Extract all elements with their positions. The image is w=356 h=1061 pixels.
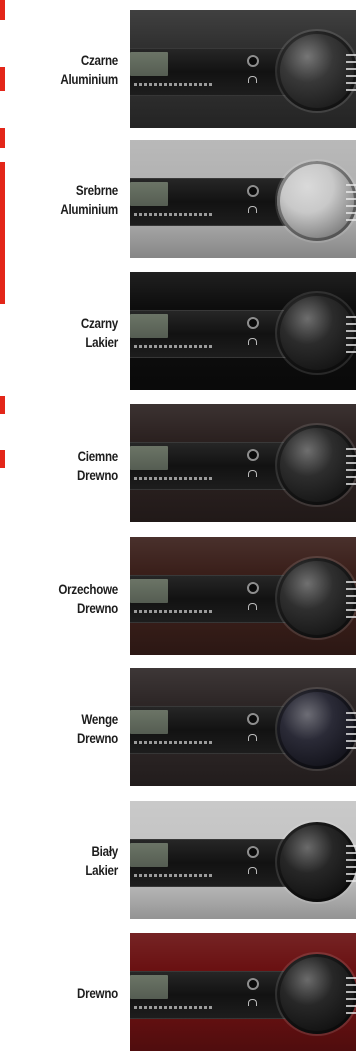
volume-knob: [277, 558, 356, 638]
lcd-display: [130, 975, 168, 999]
finish-swatch-ciemne-drewno[interactable]: [130, 404, 356, 522]
volume-knob: [277, 293, 356, 373]
finish-label: Srebrne Aluminium: [60, 183, 118, 217]
finish-swatch-orzechowe-drewno[interactable]: [130, 537, 356, 655]
panel-caption: [134, 874, 214, 877]
side-vents: [346, 845, 356, 883]
finish-swatch-czarny-lakier[interactable]: [130, 272, 356, 390]
red-accent-bar: [0, 162, 5, 304]
red-accent-bar: [0, 128, 5, 148]
headphone-jack-icon: [247, 317, 259, 329]
side-vents: [346, 448, 356, 486]
volume-knob: [277, 822, 356, 902]
panel-caption: [134, 477, 214, 480]
finish-label: Orzechowe Drewno: [58, 582, 118, 616]
red-accent-bar: [0, 0, 5, 20]
finish-label: Czarne Aluminium: [60, 53, 118, 87]
finish-swatch-bialy-lakier[interactable]: [130, 801, 356, 919]
headphones-icon: [248, 734, 257, 741]
panel-caption: [134, 213, 214, 216]
headphones-icon: [248, 867, 257, 874]
lcd-display: [130, 446, 168, 470]
side-vents: [346, 581, 356, 619]
headphone-jack-icon: [247, 713, 259, 725]
red-accent-bar: [0, 450, 5, 468]
finish-swatch-czarne-aluminium[interactable]: [130, 10, 356, 128]
headphones-icon: [248, 470, 257, 477]
side-vents: [346, 712, 356, 750]
panel-caption: [134, 83, 214, 86]
finish-label: Drewno: [76, 986, 118, 1001]
finish-swatch-wenge-drewno[interactable]: [130, 668, 356, 786]
headphones-icon: [248, 603, 257, 610]
finish-label: Biały Lakier: [85, 844, 118, 878]
headphone-jack-icon: [247, 582, 259, 594]
lcd-display: [130, 843, 168, 867]
lcd-display: [130, 710, 168, 734]
finish-swatch-srebrne-aluminium[interactable]: [130, 140, 356, 258]
headphones-icon: [248, 999, 257, 1006]
lcd-display: [130, 182, 168, 206]
finish-label: Wenge Drewno: [76, 712, 118, 746]
finish-label: Czarny Lakier: [80, 316, 118, 350]
side-vents: [346, 316, 356, 354]
panel-caption: [134, 1006, 214, 1009]
side-vents: [346, 54, 356, 92]
panel-caption: [134, 741, 214, 744]
volume-knob: [277, 425, 356, 505]
headphone-jack-icon: [247, 55, 259, 67]
finish-swatch-drewno[interactable]: [130, 933, 356, 1051]
side-vents: [346, 977, 356, 1015]
headphones-icon: [248, 338, 257, 345]
headphone-jack-icon: [247, 185, 259, 197]
volume-knob: [277, 161, 356, 241]
panel-caption: [134, 610, 214, 613]
volume-knob: [277, 954, 356, 1034]
headphones-icon: [248, 76, 257, 83]
side-vents: [346, 184, 356, 222]
panel-caption: [134, 345, 214, 348]
volume-knob: [277, 689, 356, 769]
finish-label: Ciemne Drewno: [76, 449, 118, 483]
volume-knob: [277, 31, 356, 111]
lcd-display: [130, 579, 168, 603]
red-accent-bar: [0, 67, 5, 91]
headphones-icon: [248, 206, 257, 213]
headphone-jack-icon: [247, 978, 259, 990]
headphone-jack-icon: [247, 449, 259, 461]
headphone-jack-icon: [247, 846, 259, 858]
lcd-display: [130, 52, 168, 76]
lcd-display: [130, 314, 168, 338]
red-accent-bar: [0, 396, 5, 414]
